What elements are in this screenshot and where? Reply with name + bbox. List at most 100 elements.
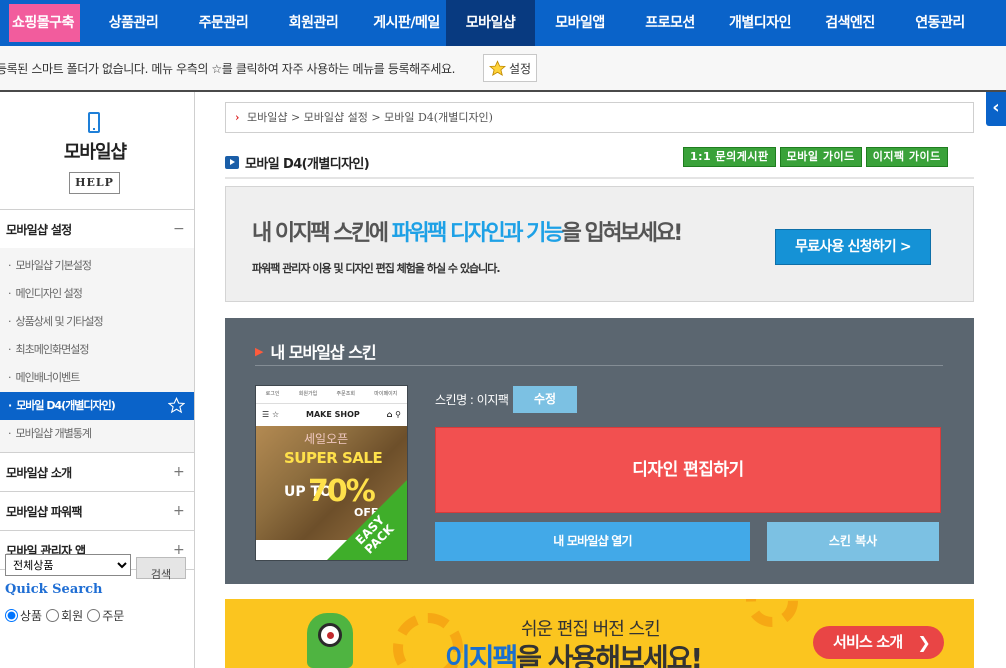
skin-thumbnail: 로그인 회원가입 주문조회 마이페이지 ☰ ☆ MAKE SHOP ⌂ ⚲ 세일… — [255, 385, 408, 561]
page-title-text: 모바일 D4(개별디자인) — [245, 157, 370, 172]
chevron-left-icon: ‹ — [992, 97, 1000, 118]
sidebar-section-intro: 모바일샵 소개 + — [0, 453, 194, 492]
cart-search-icon: ⌂ ⚲ — [386, 409, 401, 419]
expand-icon[interactable]: + — [173, 464, 185, 480]
sidebar: 모바일샵 HELP 모바일샵 설정 − · 모바일샵 기본설정 · 메인디자인 설정… — [0, 92, 195, 668]
nav-custom-design[interactable]: 개별디자인 — [715, 0, 805, 46]
radio-label: 주문 — [102, 609, 125, 623]
sidebar-item-first-main[interactable]: · 최초메인화면설정 — [0, 336, 194, 364]
nav-board-mail[interactable]: 게시판/메일 — [367, 0, 446, 46]
copy-skin-button[interactable]: 스킨 복사 — [767, 522, 939, 561]
section-label: 모바일샵 소개 — [6, 465, 72, 480]
favorites-settings-label: 설정 — [509, 61, 532, 76]
thumb-shop-name: MAKE SHOP — [306, 409, 360, 419]
submenu-list: · 모바일샵 기본설정 · 메인디자인 설정 · 상품상세 및 기타설정 · 최초메인화… — [0, 248, 194, 452]
sidebar-item-basic-settings[interactable]: · 모바일샵 기본설정 — [0, 252, 194, 280]
open-mobile-shop-button[interactable]: 내 모바일샵 열기 — [435, 522, 750, 561]
sidebar-item-product-detail[interactable]: · 상품상세 및 기타설정 — [0, 308, 194, 336]
page-title: 모바일 D4(개별디자인) — [225, 153, 370, 172]
sidebar-item-label: 상품상세 및 기타설정 — [15, 315, 104, 328]
thumb-top-links: 로그인 회원가입 주문조회 마이페이지 — [256, 386, 407, 404]
radio-order[interactable]: 주문 — [87, 607, 124, 624]
expand-icon[interactable]: + — [173, 503, 185, 519]
collapse-icon[interactable]: − — [173, 221, 185, 237]
gear-icon — [746, 599, 798, 627]
quick-search-category-select[interactable]: 전체상품 — [5, 554, 131, 576]
play-icon — [225, 156, 239, 169]
promo-headline-part: 내 이지팩 스킨에 — [252, 221, 392, 246]
radio-product[interactable]: 상품 — [5, 607, 42, 624]
thumb-link: 로그인 — [265, 391, 280, 397]
sidebar-item-mobile-stats[interactable]: · 모바일샵 개별통계 — [0, 420, 194, 448]
help-button[interactable]: HELP — [69, 172, 120, 194]
quick-search-title: Quick Search — [5, 582, 103, 597]
menu-icon: ☰ ☆ — [262, 409, 280, 419]
quick-search-button[interactable]: 검색 — [136, 557, 186, 581]
sidebar-section-header[interactable]: 모바일샵 파워팩 + — [0, 492, 194, 530]
thumb-link: 주문조회 — [336, 391, 355, 397]
promo-headline-highlight: 파워팩 디자인과 기능 — [391, 221, 564, 246]
my-mobile-skin-panel: ▶ 내 모바일샵 스킨 로그인 회원가입 주문조회 마이페이지 ☰ ☆ MAKE… — [225, 318, 974, 584]
sidebar-section-header[interactable]: 모바일샵 소개 + — [0, 453, 194, 491]
sidebar-header: 모바일샵 HELP — [0, 92, 194, 210]
skin-panel-title-text: 내 모바일샵 스킨 — [270, 343, 376, 362]
sidebar-section-header[interactable]: 모바일샵 설정 − — [0, 210, 194, 248]
favorite-star-icon[interactable] — [168, 397, 185, 414]
skin-panel-title: ▶ 내 모바일샵 스킨 — [255, 339, 377, 363]
sidebar-item-label: 모바일샵 기본설정 — [15, 259, 92, 272]
nav-mobile-shop[interactable]: 모바일샵 — [446, 0, 535, 46]
mascot-icon — [307, 613, 353, 668]
promo-headline-part: 을 입혀보세요! — [561, 221, 684, 246]
thumb-sale-top: 세일오픈 — [304, 432, 349, 446]
edit-design-button[interactable]: 디자인 편집하기 — [435, 427, 941, 513]
sidebar-title: 모바일샵 — [63, 142, 127, 163]
thumb-link: 회원가입 — [298, 391, 318, 397]
triangle-marker-icon: ▶ — [255, 344, 264, 358]
favorites-bar: 등록된 스마트 폴더가 없습니다. 메뉴 우측의 ☆를 클릭하여 자주 사용하는… — [0, 46, 1006, 92]
radio-member[interactable]: 회원 — [46, 607, 83, 624]
sidebar-item-label: 모바일샵 개별통계 — [15, 427, 92, 440]
divider — [225, 177, 974, 179]
nav-product-management[interactable]: 상품관리 — [80, 0, 187, 46]
top-nav: 쇼핑몰구축 상품관리 주문관리 회원관리 게시판/메일 모바일샵 모바일앱 프로… — [0, 0, 1006, 46]
nav-shopping-mall-build[interactable]: 쇼핑몰구축 — [9, 4, 80, 42]
sidebar-item-main-design[interactable]: · 메인디자인 설정 — [0, 280, 194, 308]
favorites-settings-button[interactable]: 설정 — [483, 54, 537, 82]
nav-order-management[interactable]: 주문관리 — [187, 0, 260, 46]
collapse-sidebar-tab[interactable]: ‹ — [986, 92, 1006, 126]
sidebar-item-main-banner-event[interactable]: · 메인배너이벤트 — [0, 364, 194, 392]
service-intro-label: 서비스 소개 — [833, 633, 903, 651]
quick-search-options: 상품 회원 주문 — [5, 607, 194, 624]
breadcrumb: › 모바일샵 > 모바일샵 설정 > 모바일 D4(개별디자인) — [225, 102, 974, 133]
easypack-banner[interactable]: 쉬운 편집 버전 스킨 이지팩을 사용해보세요! 서비스 소개 ❯ — [225, 599, 974, 668]
powerpack-promo-banner: 내 이지팩 스킨에 파워팩 디자인과 기능을 입혀보세요! 파워팩 관리자 이용… — [225, 186, 974, 302]
nav-promotion[interactable]: 프로모션 — [625, 0, 715, 46]
chevron-right-icon: ❯ — [917, 633, 930, 652]
thumb-sale-line: SUPER SALE — [284, 449, 383, 467]
edit-skin-button[interactable]: 수정 — [513, 386, 577, 413]
service-intro-button[interactable]: 서비스 소개 ❯ — [813, 626, 944, 659]
easypack-guide-button[interactable]: 이지팩 가이드 — [865, 147, 948, 167]
mobile-phone-icon — [88, 112, 100, 133]
nav-search-engine[interactable]: 검색엔진 — [805, 0, 895, 46]
skin-name: 스킨명 : 이지팩 — [435, 393, 509, 407]
thumb-link: 마이페이지 — [374, 391, 398, 397]
guide-buttons: 1:1 문의게시판 모바일 가이드 이지팩 가이드 — [683, 147, 948, 167]
sidebar-item-label: 최초메인화면설정 — [15, 343, 90, 356]
thumb-header: ☰ ☆ MAKE SHOP ⌂ ⚲ — [256, 404, 407, 424]
radio-label: 상품 — [20, 609, 43, 623]
qna-board-button[interactable]: 1:1 문의게시판 — [683, 147, 776, 167]
quick-search-row: 전체상품 검색 — [5, 554, 186, 581]
favorites-message: 등록된 스마트 폴더가 없습니다. 메뉴 우측의 ☆를 클릭하여 자주 사용하는… — [0, 62, 456, 76]
mobile-guide-button[interactable]: 모바일 가이드 — [779, 147, 862, 167]
free-trial-button[interactable]: 무료사용 신청하기 > — [775, 229, 931, 265]
nav-mobile-app[interactable]: 모바일앱 — [535, 0, 625, 46]
sidebar-item-mobile-d4[interactable]: · 모바일 D4(개별디자인) — [0, 392, 194, 420]
divider — [255, 365, 943, 366]
sidebar-section-settings: 모바일샵 설정 − · 모바일샵 기본설정 · 메인디자인 설정 · 상품상세 및 기… — [0, 210, 194, 453]
nav-integration[interactable]: 연동관리 — [895, 0, 985, 46]
promo-subtext: 파워팩 관리자 이용 및 디자인 편집 체험을 하실 수 있습니다. — [252, 262, 501, 275]
nav-member-management[interactable]: 회원관리 — [260, 0, 367, 46]
sidebar-item-label: 메인배너이벤트 — [15, 371, 81, 384]
banner-rest: 을 사용해보세요! — [516, 642, 703, 668]
